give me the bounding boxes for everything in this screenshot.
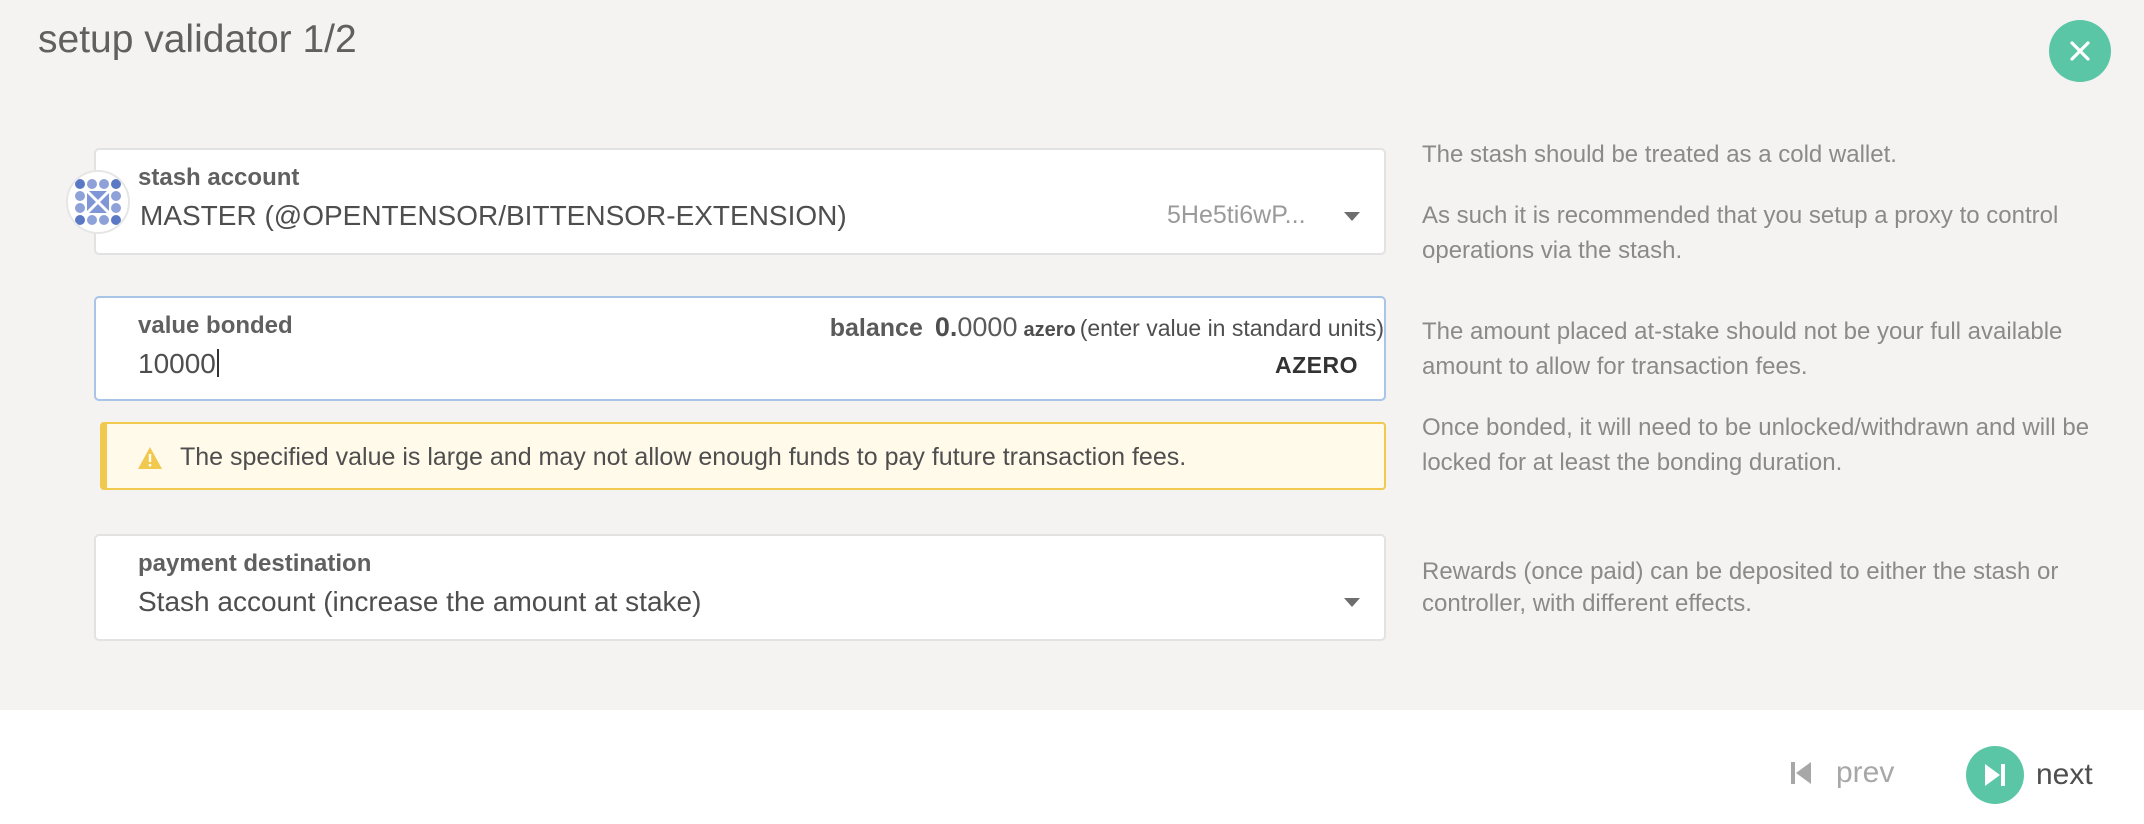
identicon-avatar xyxy=(66,170,130,234)
warning-text: The specified value is large and may not… xyxy=(180,443,1187,471)
value-bonded-label: value bonded xyxy=(138,312,293,339)
value-bonded-text: 10000 xyxy=(138,348,216,379)
balance-unit: azero xyxy=(1023,319,1076,341)
stash-account-label: stash account xyxy=(138,164,300,191)
payment-destination-value: Stash account (increase the amount at st… xyxy=(138,586,702,617)
chevron-down-icon xyxy=(1344,212,1360,221)
stash-address: 5He5ti6wP... xyxy=(1167,201,1306,229)
help-stash-2: As such it is recommended that you setup… xyxy=(1422,202,2059,264)
warning-icon xyxy=(138,447,162,469)
modal-title: setup validator 1/2 xyxy=(38,18,357,61)
prev-button[interactable]: prev xyxy=(1790,756,1894,790)
skip-back-icon xyxy=(1791,762,1811,784)
skip-forward-icon xyxy=(1985,764,2005,786)
value-bonded-input[interactable]: 10000 xyxy=(138,348,219,380)
chevron-down-icon xyxy=(1344,598,1360,607)
help-bonded-1: The amount placed at-stake should not be… xyxy=(1422,318,2063,380)
help-payment-1: Rewards (once paid) can be deposited to … xyxy=(1422,558,2059,617)
help-bonded-2: Once bonded, it will need to be unlocked… xyxy=(1422,414,2090,476)
close-icon xyxy=(2070,41,2090,61)
next-icon-circle xyxy=(1966,746,2024,804)
stash-account-value: MASTER (@OPENTENSOR/BITTENSOR-EXTENSION) xyxy=(140,200,847,231)
payment-destination-label: payment destination xyxy=(138,550,372,577)
next-label: next xyxy=(2036,758,2093,791)
balance-info: balance 0.0000 azero (enter value in standa… xyxy=(830,312,1384,343)
text-caret xyxy=(216,349,219,377)
help-stash-1: The stash should be treated as a cold wa… xyxy=(1422,141,1897,168)
balance-frac: 0000 xyxy=(957,312,1018,342)
balance-int: 0. xyxy=(934,312,958,342)
close-button[interactable] xyxy=(2049,20,2111,82)
payment-destination-dropdown[interactable]: payment destination Stash account (incre… xyxy=(94,534,1386,641)
unit-selector[interactable]: AZERO xyxy=(1275,352,1358,379)
balance-label: balance xyxy=(829,314,923,342)
balance-hint: (enter value in standard units) xyxy=(1079,315,1384,341)
prev-label: prev xyxy=(1836,756,1895,789)
large-value-warning: The specified value is large and may not… xyxy=(100,422,1386,490)
next-button[interactable]: next xyxy=(1966,746,2093,804)
